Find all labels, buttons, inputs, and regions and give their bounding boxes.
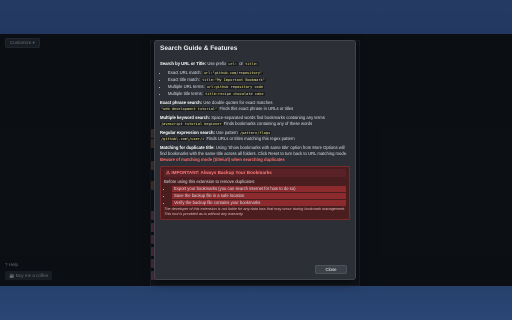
section-text: Use pattern (216, 130, 238, 135)
warning-steps: Export your bookmarks (you can search in… (172, 186, 346, 206)
list-item: Save the backup file in a safe location (172, 193, 346, 199)
section-label: Multiple keyword search: (160, 115, 211, 120)
code-snippet: /pattern/flags (238, 131, 272, 135)
url-title-section: Search by URL or Title: Use prefix url: … (160, 61, 350, 67)
section-text: Finds this exact phrase in URLs or title… (219, 106, 294, 111)
section-label: Matching for duplicate title: (160, 145, 215, 150)
list-item: Verify the backup file contains your boo… (172, 200, 346, 206)
close-button[interactable]: Close (315, 265, 347, 274)
section-label: Search by URL or Title: (160, 61, 207, 66)
code-snippet: title:"My Important Bookmark" (201, 78, 266, 82)
inline-warning: Beware of matching mode (title/url) when… (160, 157, 285, 162)
code-snippet: url: (227, 62, 239, 66)
section-text: Space-separated words find bookmarks con… (211, 115, 325, 120)
section-text: Use prefix (207, 61, 227, 66)
list-item: Exact title match: title:"My Important B… (168, 77, 350, 83)
code-snippet: /github\.com\/user/i (160, 137, 206, 141)
exact-phrase-section: Exact phrase search: Use double quotes f… (160, 100, 350, 112)
section-label: Regular expression search: (160, 130, 215, 135)
section-text: Finds bookmarks containing any of these … (223, 121, 313, 126)
code-snippet: title: (244, 62, 260, 66)
section-label: Exact phrase search: (160, 100, 203, 105)
code-snippet: "web development tutorial" (160, 107, 219, 111)
regex-section: Regular expression search: Use pattern /… (160, 130, 350, 142)
warning-title: ⚠ IMPORTANT: Always Backup Your Bookmark… (164, 169, 346, 177)
disclaimer-note: The developer of this extension is not l… (164, 207, 346, 216)
list-item: Export your bookmarks (you can search in… (172, 186, 346, 192)
list-item: Exact URL match: url:"github.com/reposit… (168, 70, 350, 76)
example-label: Multiple title terms: (168, 91, 203, 96)
modal-title: Search Guide & Features (160, 45, 238, 52)
list-item: Multiple URL terms: url:github repositor… (168, 84, 350, 90)
code-snippet: javascript tutorial beginner (160, 122, 223, 126)
backup-warning-box: ⚠ IMPORTANT: Always Backup Your Bookmark… (160, 166, 350, 220)
code-snippet: url:"github.com/repository" (202, 71, 264, 75)
example-list: Exact URL match: url:"github.com/reposit… (168, 70, 350, 97)
list-item: Multiple title terms: title:recipe choco… (168, 91, 350, 97)
search-guide-modal: Search Guide & Features Search by URL or… (154, 40, 356, 280)
section-text: Use double quotes for exact matches (203, 100, 273, 105)
modal-body: Search by URL or Title: Use prefix url: … (155, 58, 355, 258)
section-text: or (239, 61, 243, 66)
example-label: Multiple URL terms: (168, 84, 205, 89)
multi-keyword-section: Multiple keyword search: Space-separated… (160, 115, 350, 127)
code-snippet: url:github repository code (205, 85, 265, 89)
duplicate-title-section: Matching for duplicate title: Using 'Sho… (160, 145, 350, 163)
example-label: Exact title match: (168, 77, 200, 82)
example-label: Exact URL match: (168, 70, 202, 75)
code-snippet: title:recipe chocolate cake (204, 92, 265, 96)
section-text: Finds URLs or titles matching this regex… (206, 136, 295, 141)
warning-intro: Before using this extension to remove du… (164, 179, 256, 184)
